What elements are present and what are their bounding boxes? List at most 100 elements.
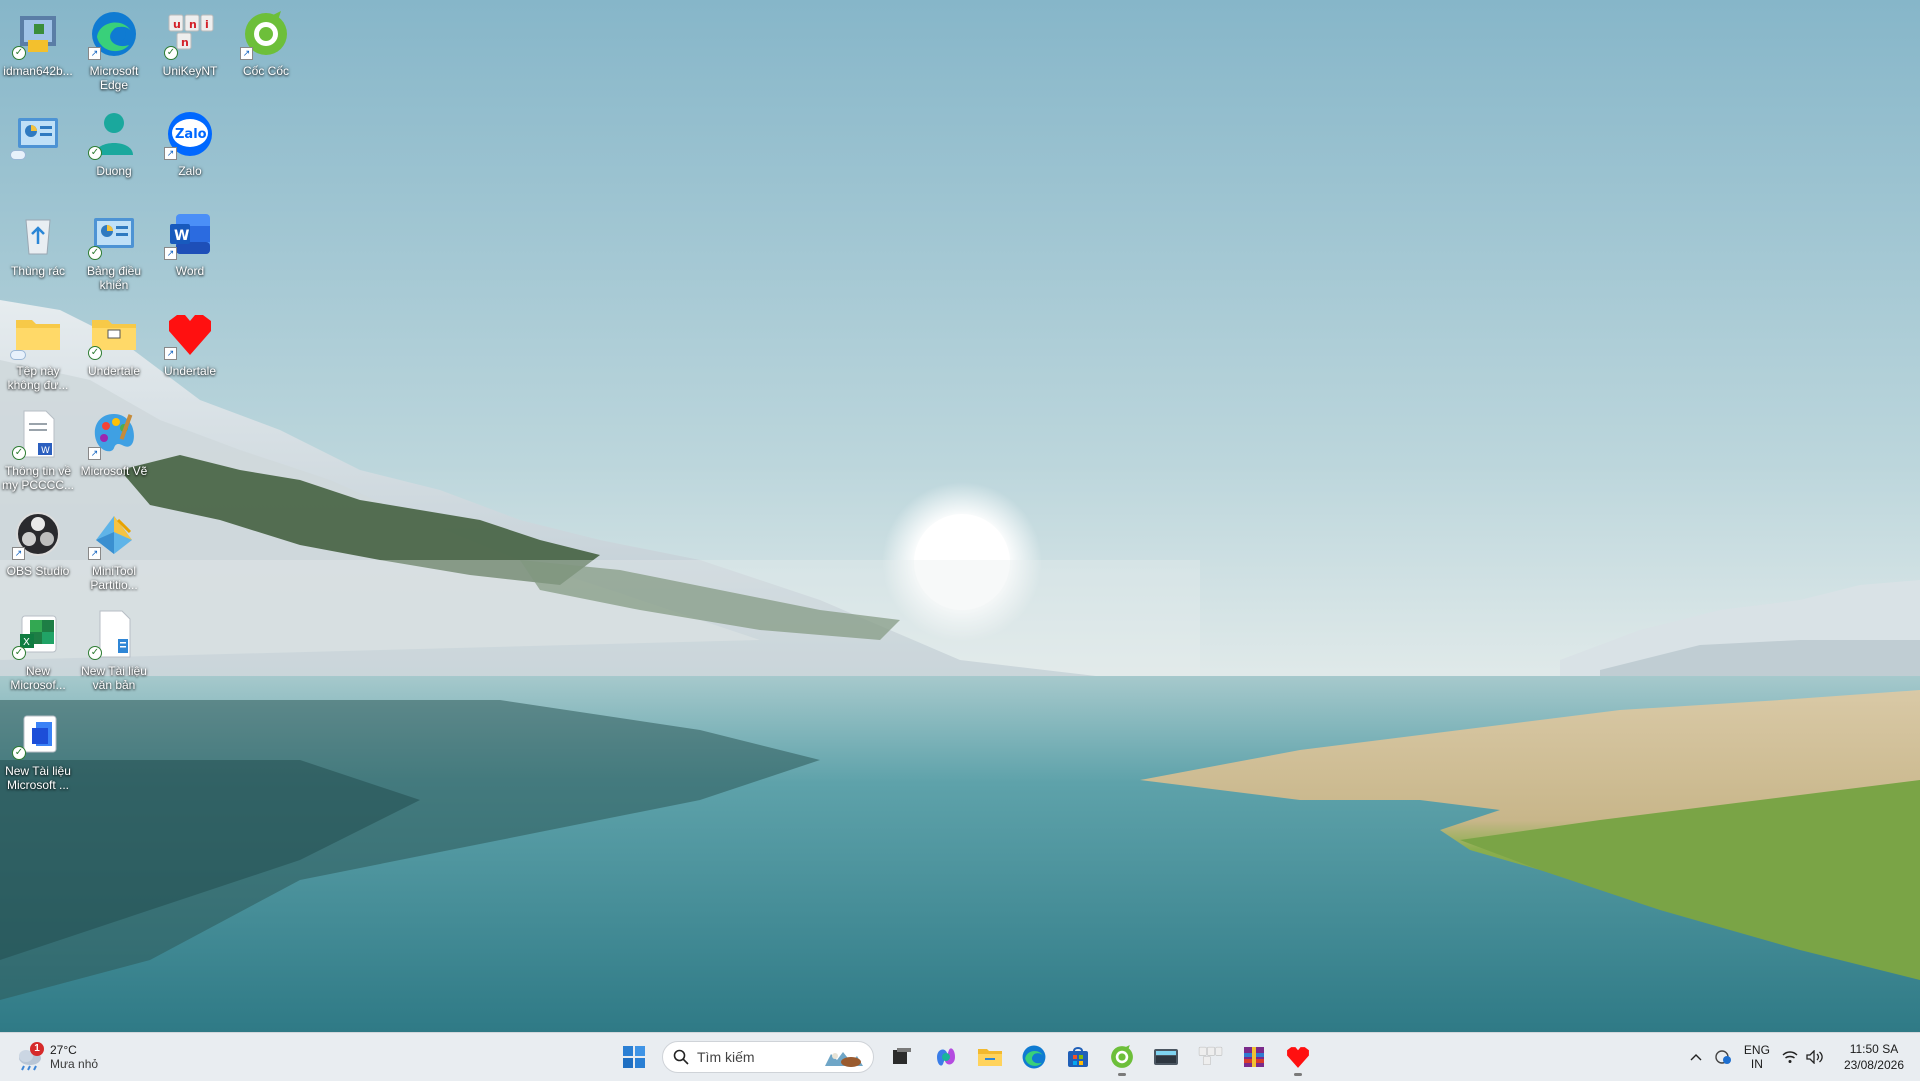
svg-text:W: W	[41, 446, 50, 456]
task-view-icon	[893, 1048, 911, 1064]
excel-file-icon: X ✓	[10, 606, 66, 662]
desktop-icon-label: Microsoft Vẽ	[80, 464, 148, 478]
desktop-icon-label: New Tài liệu Microsoft ...	[5, 764, 71, 792]
desktop-icon-word-new[interactable]: ✓ New Tài liệu Microsoft ...	[0, 706, 76, 792]
taskbar-file-explorer[interactable]	[970, 1037, 1010, 1077]
desktop-icon-zalo[interactable]: Zalo ↗ Zalo	[152, 106, 228, 178]
desktop-icon-label: Zalo	[178, 164, 202, 178]
desktop-icon-label: Duong	[96, 164, 132, 178]
control-panel-icon	[10, 106, 66, 162]
control-panel-icon: ✓	[86, 206, 142, 262]
desktop-icon-label: Thùng rác	[10, 264, 66, 278]
undertale-heart-icon	[1287, 1047, 1309, 1068]
svg-text:u: u	[173, 18, 181, 31]
shortcut-arrow-icon: ↗	[88, 447, 101, 460]
sync-check-icon: ✓	[88, 346, 102, 360]
desktop-icon-label: UniKeyNT	[162, 64, 218, 78]
rain-cloud-icon: 1	[14, 1042, 44, 1072]
search-placeholder: Tìm kiếm	[697, 1049, 755, 1065]
text-document-icon: ✓	[86, 606, 142, 662]
desktop-icon-label: Undertale	[163, 364, 217, 378]
svg-text:n: n	[181, 36, 189, 49]
cloud-status-icon	[10, 350, 26, 360]
language-code: ENG	[1743, 1043, 1770, 1057]
coccoc-icon	[1111, 1045, 1133, 1068]
desktop-icon-minitool[interactable]: ↗ MiniTool Partitio...	[76, 506, 152, 592]
file-explorer-icon	[978, 1049, 1002, 1066]
taskbar-microsoft-store[interactable]	[1058, 1037, 1098, 1077]
system-tray: ENG IN 11:50 SA 23/08/2026	[1684, 1033, 1910, 1081]
desktop-icon-obs[interactable]: ↗ OBS Studio	[0, 506, 76, 578]
svg-text:Zalo: Zalo	[175, 127, 207, 142]
desktop-icon-label: Thông tin về my PCCCC...	[2, 464, 74, 492]
word-app-icon: W ↗	[162, 206, 218, 262]
sync-check-icon: ✓	[12, 646, 26, 660]
chevron-up-icon	[1690, 1054, 1702, 1061]
taskbar-unikey[interactable]	[1190, 1037, 1230, 1077]
taskbar-edge[interactable]	[1014, 1037, 1054, 1077]
weather-temperature: 27°C	[50, 1043, 77, 1057]
windows-logo-icon	[623, 1046, 645, 1068]
taskbar-screen-tool[interactable]	[1146, 1037, 1186, 1077]
desktop-icon-word[interactable]: W ↗ Word	[152, 206, 228, 278]
task-view-button[interactable]	[882, 1037, 922, 1077]
desktop-icon-label: MiniTool Partitio...	[90, 564, 138, 592]
installer-icon: ✓	[10, 6, 66, 62]
taskbar-search-box[interactable]: Tìm kiếm	[662, 1041, 874, 1073]
svg-text:X: X	[23, 637, 30, 648]
undertale-heart-icon: ↗	[162, 306, 218, 362]
desktop-icon-text-new[interactable]: ✓ New Tài liệu văn bản	[76, 606, 152, 692]
obs-studio-icon: ↗	[10, 506, 66, 562]
edge-icon: ↗	[86, 6, 142, 62]
shortcut-arrow-icon: ↗	[164, 247, 177, 260]
search-icon	[673, 1049, 689, 1065]
weather-widget[interactable]: 1 27°C Mưa nhỏ	[14, 1039, 98, 1075]
desktop-icon-folder-undertale[interactable]: ✓ Undertale	[76, 306, 152, 378]
shortcut-arrow-icon: ↗	[88, 547, 101, 560]
show-hidden-icons-button[interactable]	[1690, 1053, 1702, 1061]
keyboard-layout-code: IN	[1750, 1057, 1763, 1071]
user-profile-icon: ✓	[86, 106, 142, 162]
desktop-icon-control-panel-2[interactable]: ✓ Bảng điều khiển	[76, 206, 152, 292]
svg-text:W: W	[174, 228, 189, 244]
unikey-icon: unin ✓	[162, 6, 218, 62]
svg-text:i: i	[205, 18, 209, 31]
taskbar-coccoc[interactable]	[1102, 1037, 1142, 1077]
desktop-icon-paint[interactable]: ↗ Microsoft Vẽ	[76, 406, 152, 478]
desktop-icon-label: New Microsof...	[10, 664, 66, 692]
desktop-icon-edge[interactable]: ↗ Microsoft Edge	[76, 6, 152, 92]
taskbar-winrar[interactable]	[1234, 1037, 1274, 1077]
unikey-icon	[1198, 1046, 1223, 1066]
shortcut-arrow-icon: ↗	[240, 47, 253, 60]
desktop-icon-duong[interactable]: ✓ Duong	[76, 106, 152, 178]
input-language-button[interactable]: ENG IN	[1744, 1043, 1770, 1071]
screen-capture-icon	[1154, 1049, 1178, 1065]
minitool-partition-icon: ↗	[86, 506, 142, 562]
start-button[interactable]	[614, 1037, 654, 1077]
network-volume-button[interactable]	[1782, 1050, 1824, 1064]
tray-security-button[interactable]	[1714, 1048, 1732, 1066]
desktop-icon-coccoc[interactable]: ↗ Cốc Cốc	[228, 6, 304, 78]
sync-check-icon: ✓	[12, 746, 26, 760]
sync-check-icon: ✓	[88, 146, 102, 160]
weather-condition: Mưa nhỏ	[50, 1057, 99, 1071]
clock-button[interactable]: 11:50 SA 23/08/2026	[1844, 1041, 1904, 1073]
desktop-icon-idman[interactable]: ✓ idman642b...	[0, 6, 76, 78]
taskbar-apps: Tìm kiếm	[612, 1037, 1320, 1077]
desktop-icon-folder-unsync[interactable]: Tệp này không đư...	[0, 306, 76, 392]
desktop-icon-recycle-bin[interactable]: Thùng rác	[0, 206, 76, 278]
zalo-icon: Zalo ↗	[162, 106, 218, 162]
notification-badge: 1	[30, 1042, 44, 1056]
desktop-icon-undertale-game[interactable]: ↗ Undertale	[152, 306, 228, 378]
desktop-icon-control-panel[interactable]	[0, 106, 76, 164]
desktop-icon-label: Tệp này không đư...	[7, 364, 69, 392]
desktop-icon-unikey[interactable]: unin ✓ UniKeyNT	[152, 6, 228, 78]
taskbar-m365-copilot[interactable]	[926, 1037, 966, 1077]
coccoc-icon: ↗	[238, 6, 294, 62]
desktop-icon-excel-new[interactable]: X ✓ New Microsof...	[0, 606, 76, 692]
desktop-icon-doc-pcccc[interactable]: W ✓ Thông tin về my PCCCC...	[0, 406, 76, 492]
paint-palette-icon: ↗	[86, 406, 142, 462]
taskbar-undertale[interactable]	[1278, 1037, 1318, 1077]
sync-check-icon: ✓	[12, 446, 26, 460]
shortcut-arrow-icon: ↗	[164, 347, 177, 360]
